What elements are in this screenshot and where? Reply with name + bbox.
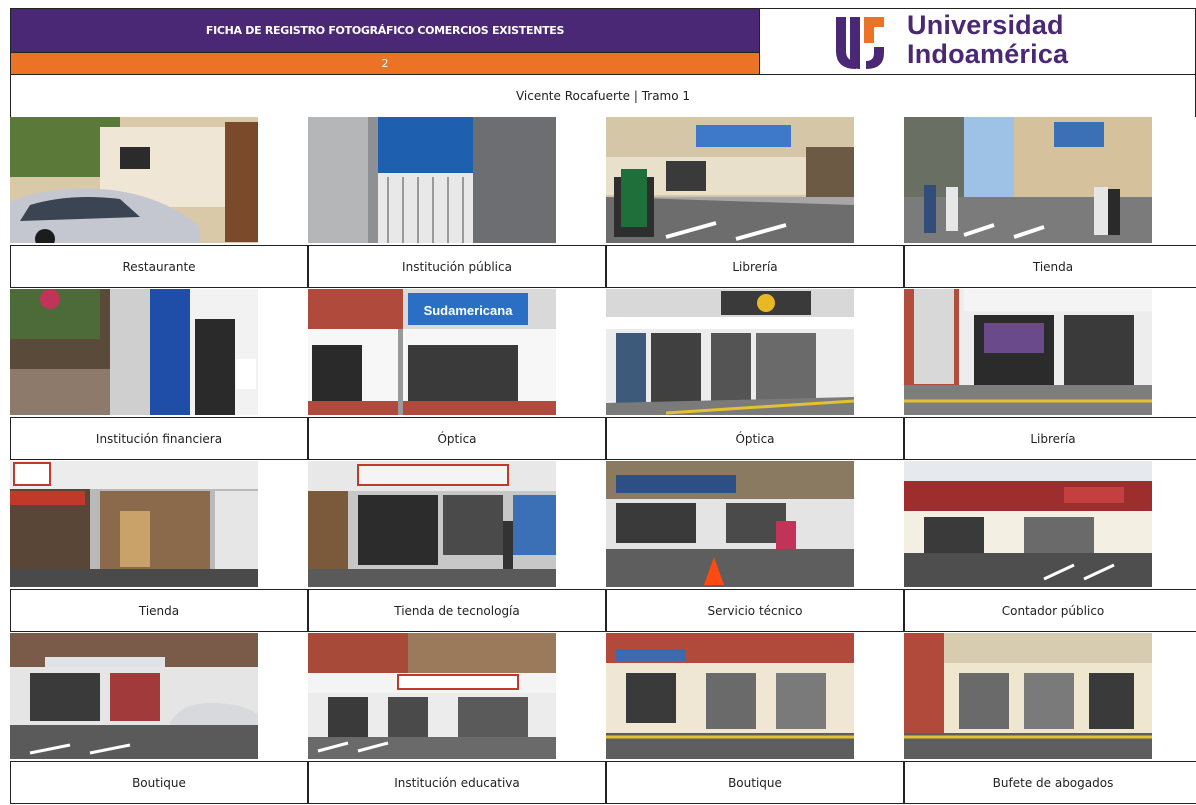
public-institution-photo <box>308 117 556 243</box>
photo-cell: Boutique <box>606 633 904 805</box>
location-subtitle: Vicente Rocafuerte | Tramo 1 <box>10 75 1196 117</box>
photo-cell: Tienda <box>904 117 1196 289</box>
boutique-photo <box>10 633 258 759</box>
svg-text:Sudamericana: Sudamericana <box>424 303 514 318</box>
photo-label: Boutique <box>10 761 308 804</box>
photo-cell: Institución pública <box>308 117 606 289</box>
photo-row: Institución financiera Sudamericana Ópti… <box>10 289 1196 461</box>
photo-label: Óptica <box>606 417 904 460</box>
law-office-photo <box>904 633 1152 759</box>
photo-label: Tienda <box>904 245 1196 288</box>
photo-cell: Sudamericana Óptica <box>308 289 606 461</box>
photo-cell: Bufete de abogados <box>904 633 1196 805</box>
photo-cell: Institución educativa <box>308 633 606 805</box>
photo-label: Librería <box>606 245 904 288</box>
restaurant-photo <box>10 117 258 243</box>
boutique-photo <box>606 633 854 759</box>
logo-line-2: Indoamérica <box>907 39 1069 69</box>
photo-row: Restaurante Institución pública Librería… <box>10 117 1196 289</box>
photo-grid: Restaurante Institución pública Librería… <box>10 117 1196 805</box>
accountant-photo <box>904 461 1152 587</box>
photo-label: Institución financiera <box>10 417 308 460</box>
photo-label: Boutique <box>606 761 904 804</box>
financial-institution-photo <box>10 289 258 415</box>
photo-cell: Institución financiera <box>10 289 308 461</box>
optica-photo: Sudamericana <box>308 289 556 415</box>
tech-store-photo <box>308 461 556 587</box>
photo-cell: Librería <box>904 289 1196 461</box>
photo-label: Servicio técnico <box>606 589 904 632</box>
store-street-photo <box>904 117 1152 243</box>
bookstore-photo <box>904 289 1152 415</box>
photo-cell: Tienda <box>10 461 308 633</box>
optica-photo <box>606 289 854 415</box>
sheet-number: 2 <box>10 53 760 75</box>
university-logo-icon <box>836 17 884 69</box>
logo-wordmark: Universidad Indoamérica <box>907 11 1068 69</box>
photo-row: Tienda Tienda de tecnología Servicio téc… <box>10 461 1196 633</box>
photo-cell: Librería <box>606 117 904 289</box>
photo-cell: Servicio técnico <box>606 461 904 633</box>
photo-label: Librería <box>904 417 1196 460</box>
photo-label: Contador público <box>904 589 1196 632</box>
photo-label: Tienda de tecnología <box>308 589 606 632</box>
bookstore-photo <box>606 117 854 243</box>
photo-cell: Contador público <box>904 461 1196 633</box>
photo-row: Boutique Institución educativa Boutique … <box>10 633 1196 805</box>
logo-line-1: Universidad <box>907 10 1064 40</box>
photo-label: Institución pública <box>308 245 606 288</box>
photo-cell: Tienda de tecnología <box>308 461 606 633</box>
photo-cell: Boutique <box>10 633 308 805</box>
universidad-indoamerica-logo: Universidad Indoamérica <box>760 8 1196 75</box>
technical-service-photo <box>606 461 854 587</box>
photo-cell: Óptica <box>606 289 904 461</box>
photo-label: Institución educativa <box>308 761 606 804</box>
sheet-title: FICHA DE REGISTRO FOTOGRÁFICO COMERCIOS … <box>10 8 760 53</box>
photo-label: Bufete de abogados <box>904 761 1196 804</box>
photo-label: Óptica <box>308 417 606 460</box>
photo-cell: Restaurante <box>10 117 308 289</box>
photo-label: Restaurante <box>10 245 308 288</box>
store-photo <box>10 461 258 587</box>
photo-label: Tienda <box>10 589 308 632</box>
photo-record-sheet: FICHA DE REGISTRO FOTOGRÁFICO COMERCIOS … <box>10 8 1196 805</box>
educational-institution-photo <box>308 633 556 759</box>
